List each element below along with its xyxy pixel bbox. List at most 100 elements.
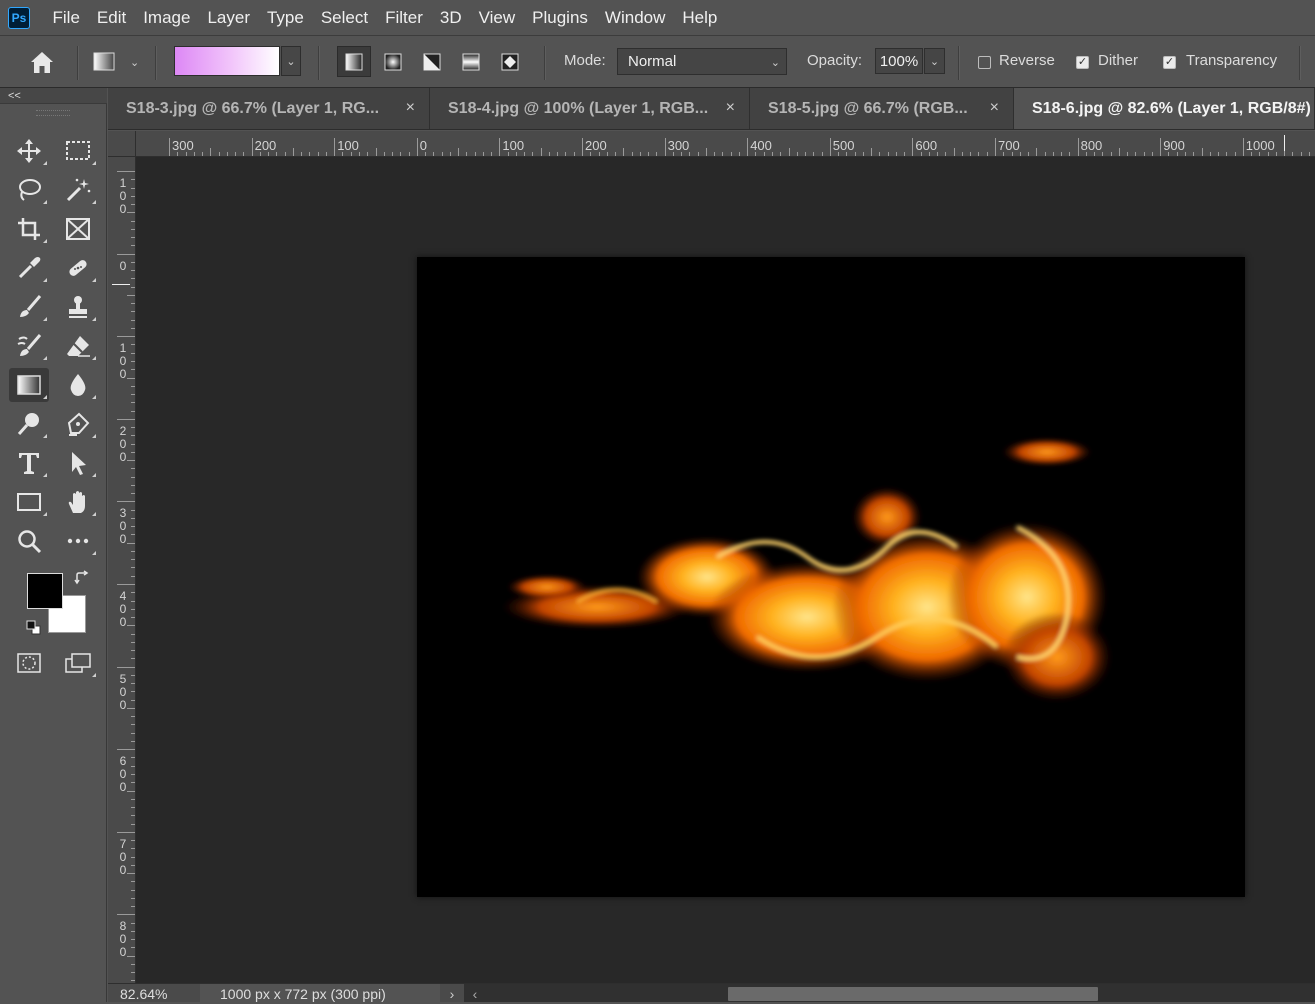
zoom-tool-icon[interactable] xyxy=(9,524,49,558)
magic-wand-tool-icon[interactable] xyxy=(58,173,98,207)
ruler-label: 300 xyxy=(667,138,690,153)
close-icon[interactable]: × xyxy=(726,99,735,117)
menu-view[interactable]: View xyxy=(470,0,524,36)
zoom-level-input[interactable]: 82.64% xyxy=(108,984,198,1002)
canvas-workspace[interactable] xyxy=(136,157,1315,983)
rectangle-tool-icon[interactable] xyxy=(9,485,49,519)
menu-3d[interactable]: 3D xyxy=(431,0,470,36)
marquee-tool-icon[interactable] xyxy=(58,134,98,168)
ruler-minor-tick xyxy=(131,394,135,396)
document-tab-active[interactable]: S18-6.jpg @ 82.6% (Layer 1, RGB/8#) xyxy=(1014,88,1315,129)
home-icon[interactable] xyxy=(27,48,57,76)
menu-type[interactable]: Type xyxy=(258,0,312,36)
ruler-minor-tick xyxy=(1251,152,1253,156)
healing-brush-tool-icon[interactable] xyxy=(58,251,98,285)
document-canvas[interactable] xyxy=(417,257,1245,897)
document-tab[interactable]: S18-5.jpg @ 66.7% (RGB... × xyxy=(750,88,1014,129)
crop-tool-icon[interactable] xyxy=(9,212,49,246)
blur-tool-icon[interactable] xyxy=(58,368,98,402)
ruler-minor-tick xyxy=(131,889,135,891)
foreground-color-swatch[interactable] xyxy=(27,573,63,609)
horizontal-scrollbar[interactable]: ‹ xyxy=(464,984,1315,1002)
ruler-minor-tick xyxy=(131,592,135,594)
ruler-minor-tick xyxy=(755,152,757,156)
menu-edit[interactable]: Edit xyxy=(88,0,134,36)
tools-panel-grip[interactable] xyxy=(36,110,70,116)
menu-select[interactable]: Select xyxy=(312,0,376,36)
clone-stamp-tool-icon[interactable] xyxy=(58,290,98,324)
close-icon[interactable]: × xyxy=(990,99,999,117)
ruler-major-tick xyxy=(829,138,831,156)
menu-layer[interactable]: Layer xyxy=(199,0,259,36)
gradient-dropdown-chevron-down-icon[interactable]: ⌄ xyxy=(281,46,301,76)
status-menu-chevron-right-icon[interactable]: › xyxy=(442,984,462,1002)
vertical-ruler[interactable]: 100 0 100 200 300 400 500 600 700 800 xyxy=(108,157,136,983)
pen-tool-icon[interactable] xyxy=(58,407,98,441)
default-colors-icon[interactable] xyxy=(26,620,42,636)
history-brush-tool-icon[interactable] xyxy=(9,329,49,363)
document-tab[interactable]: S18-4.jpg @ 100% (Layer 1, RGB... × xyxy=(430,88,750,129)
ruler-minor-tick xyxy=(846,152,848,156)
ruler-minor-tick xyxy=(524,152,526,156)
menu-filter[interactable]: Filter xyxy=(377,0,432,36)
scrollbar-thumb[interactable] xyxy=(728,987,1098,1001)
menu-help[interactable]: Help xyxy=(674,0,726,36)
ruler-minor-tick xyxy=(895,152,897,156)
ruler-minor-tick xyxy=(1069,152,1071,156)
ruler-label: 400 xyxy=(750,138,772,153)
opacity-chevron-down-icon[interactable]: ⌄ xyxy=(924,48,945,74)
opacity-input[interactable]: 100% xyxy=(875,48,923,74)
linear-gradient-button[interactable] xyxy=(337,46,371,77)
lasso-tool-icon[interactable] xyxy=(9,173,49,207)
ruler-minor-tick xyxy=(127,377,135,379)
dither-checkbox[interactable]: ✓ xyxy=(1076,56,1089,69)
swap-colors-icon[interactable] xyxy=(74,570,90,586)
type-tool-icon[interactable] xyxy=(9,446,49,480)
ruler-minor-tick xyxy=(540,148,542,156)
blend-mode-select[interactable]: Normal ⌄ xyxy=(617,48,787,75)
ruler-minor-tick xyxy=(466,152,468,156)
angle-gradient-button[interactable] xyxy=(415,46,449,77)
tools-panel-collapse-button[interactable]: << xyxy=(0,88,107,104)
ruler-minor-tick xyxy=(458,148,460,156)
ruler-major-tick xyxy=(117,914,135,916)
reverse-checkbox[interactable] xyxy=(978,56,991,69)
tool-preset-picker-icon[interactable] xyxy=(92,51,118,73)
menu-image[interactable]: Image xyxy=(135,0,199,36)
transparency-checkbox[interactable]: ✓ xyxy=(1163,56,1176,69)
ruler-origin[interactable] xyxy=(108,131,136,157)
ruler-minor-tick xyxy=(631,152,633,156)
ruler-minor-tick xyxy=(730,152,732,156)
document-tab[interactable]: S18-3.jpg @ 66.7% (Layer 1, RG... × xyxy=(108,88,430,129)
eyedropper-tool-icon[interactable] xyxy=(9,251,49,285)
frame-tool-icon[interactable] xyxy=(58,212,98,246)
menu-file[interactable]: File xyxy=(44,0,88,36)
ruler-minor-tick xyxy=(131,228,135,230)
horizontal-ruler[interactable]: 300 200 100 0 100 200 300 400 500 600 700 800 900 100… xyxy=(136,131,1315,157)
ruler-minor-tick xyxy=(771,152,773,156)
dodge-tool-icon[interactable] xyxy=(9,407,49,441)
gradient-picker-swatch[interactable] xyxy=(174,46,280,76)
path-selection-tool-icon[interactable] xyxy=(58,446,98,480)
close-icon[interactable]: × xyxy=(406,99,415,117)
menu-window[interactable]: Window xyxy=(596,0,673,36)
menu-plugins[interactable]: Plugins xyxy=(524,0,597,36)
brush-tool-icon[interactable] xyxy=(9,290,49,324)
quick-mask-icon[interactable] xyxy=(9,646,49,680)
gradient-tool-icon[interactable] xyxy=(9,368,49,402)
reflected-gradient-button[interactable] xyxy=(454,46,488,77)
screen-mode-icon[interactable] xyxy=(58,646,98,680)
scroll-left-icon[interactable]: ‹ xyxy=(468,984,482,1002)
tool-preset-chevron-down-icon[interactable]: ⌄ xyxy=(130,56,139,69)
ruler-minor-tick xyxy=(871,148,873,156)
hand-tool-icon[interactable] xyxy=(58,485,98,519)
move-tool-icon[interactable] xyxy=(9,134,49,168)
ruler-minor-tick xyxy=(1061,152,1063,156)
ruler-minor-tick xyxy=(131,402,135,404)
radial-gradient-button[interactable] xyxy=(376,46,410,77)
more-tools-icon[interactable] xyxy=(58,524,98,558)
photoshop-logo-icon[interactable]: Ps xyxy=(8,6,30,29)
ruler-minor-tick xyxy=(854,152,856,156)
diamond-gradient-button[interactable] xyxy=(493,46,527,77)
eraser-tool-icon[interactable] xyxy=(58,329,98,363)
